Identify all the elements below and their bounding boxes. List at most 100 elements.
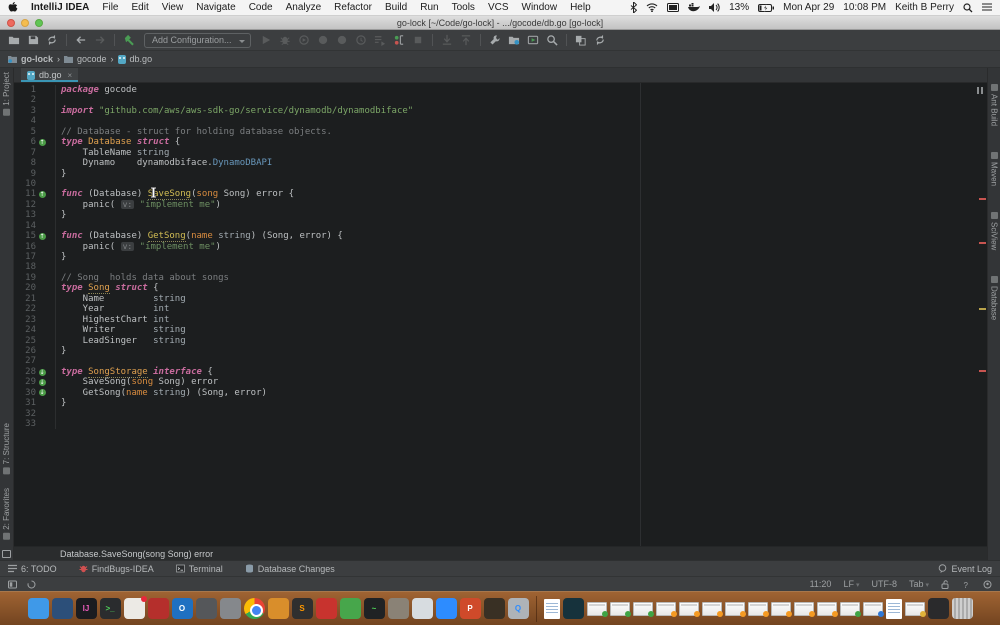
dock-minimized-window[interactable] — [656, 602, 676, 616]
wifi-icon[interactable] — [646, 3, 658, 12]
dock-minimized-window[interactable] — [610, 602, 630, 616]
run-anything-icon[interactable] — [525, 32, 541, 48]
stop-icon[interactable] — [410, 32, 426, 48]
line-number[interactable]: 32 — [14, 409, 36, 419]
error-stripe-mark[interactable] — [979, 198, 986, 200]
line-number[interactable]: 14 — [14, 221, 36, 231]
notification-center-icon[interactable] — [982, 3, 992, 12]
dock-amber-app[interactable] — [268, 598, 289, 619]
toolwindow-button-terminal[interactable]: Terminal — [176, 564, 223, 574]
line-number[interactable]: 7 — [14, 148, 36, 158]
project-structure-icon[interactable] — [506, 32, 522, 48]
line-number[interactable]: 21 — [14, 294, 36, 304]
code-line[interactable]: 6↑type Database struct { — [14, 137, 987, 147]
dock-minimized-window[interactable] — [633, 602, 653, 616]
step-into-icon[interactable] — [439, 32, 455, 48]
gutter-icon-slot[interactable] — [36, 346, 48, 356]
implements-icon[interactable]: ↑ — [39, 233, 46, 240]
line-number[interactable]: 19 — [14, 273, 36, 283]
docker-icon[interactable] — [688, 3, 700, 12]
bluetooth-icon[interactable] — [630, 2, 637, 13]
search-everywhere-icon[interactable] — [544, 32, 560, 48]
code-line[interactable]: 31} — [14, 398, 987, 408]
unlock-icon[interactable] — [941, 580, 950, 589]
menubar-date[interactable]: Mon Apr 29 — [783, 2, 834, 13]
refresh-icon[interactable] — [592, 32, 608, 48]
line-number[interactable]: 10 — [14, 179, 36, 189]
implemented-by-icon[interactable]: ↓ — [39, 369, 46, 376]
dock-wheel-app[interactable] — [196, 598, 217, 619]
fold-gutter[interactable] — [48, 367, 56, 377]
dock-evernote[interactable] — [340, 598, 361, 619]
line-number[interactable]: 18 — [14, 262, 36, 272]
apple-logo-icon[interactable] — [8, 2, 18, 13]
toolwindow-button-6-todo[interactable]: 6: TODO — [8, 564, 57, 574]
code-line[interactable]: 21 Name string — [14, 294, 987, 304]
line-number[interactable]: 6 — [14, 137, 36, 147]
menu-run[interactable]: Run — [420, 2, 438, 13]
dock-activity-monitor[interactable]: ~ — [364, 598, 385, 619]
code-line[interactable]: 7 TableName string — [14, 148, 987, 158]
code-line[interactable]: 20type Song struct { — [14, 283, 987, 293]
gutter-icon-slot[interactable] — [36, 116, 48, 126]
fold-gutter[interactable] — [48, 283, 56, 293]
code-line[interactable]: 16 panic( v: "implement me") — [14, 242, 987, 252]
gutter-icon-slot[interactable] — [36, 283, 48, 293]
fold-gutter[interactable] — [48, 377, 56, 387]
stripe-item-ant-build[interactable]: Ant Build — [990, 84, 999, 126]
line-number[interactable]: 16 — [14, 242, 36, 252]
dock-minimized-window[interactable] — [794, 602, 814, 616]
menu-code[interactable]: Code — [249, 2, 273, 13]
line-number[interactable]: 8 — [14, 158, 36, 168]
toolwindow-switcher-icon[interactable] — [8, 580, 17, 589]
fold-gutter[interactable] — [48, 252, 56, 262]
toolwindow-button-findbugs-idea[interactable]: FindBugs-IDEA — [79, 564, 154, 574]
code-line[interactable]: 1package gocode — [14, 85, 987, 95]
code-line[interactable]: 10 — [14, 179, 987, 189]
fold-gutter[interactable] — [48, 294, 56, 304]
gutter-icon-slot[interactable]: ↓ — [36, 367, 48, 377]
implements-icon[interactable]: ↑ — [39, 139, 46, 146]
open-icon[interactable] — [6, 32, 22, 48]
code-line[interactable]: 30↓ GetSong(name string) (Song, error) — [14, 388, 987, 398]
breadcrumb-gocode[interactable]: gocode — [64, 54, 107, 64]
code-line[interactable]: 11↑func (Database) SaveSong(song Song) e… — [14, 189, 987, 199]
settings-wrench-icon[interactable] — [487, 32, 503, 48]
breadcrumb-db-go[interactable]: db.go — [118, 54, 153, 64]
breadcrumb-go-lock[interactable]: go-lock — [8, 54, 53, 64]
code-line[interactable]: 24 Writer string — [14, 325, 987, 335]
step-out-icon[interactable] — [458, 32, 474, 48]
dock-finder[interactable] — [28, 598, 49, 619]
toolwindow-button-database-changes[interactable]: Database Changes — [245, 564, 335, 574]
menu-navigate[interactable]: Navigate — [196, 2, 235, 13]
code-line[interactable]: 28↓type SongStorage interface { — [14, 367, 987, 377]
menu-analyze[interactable]: Analyze — [286, 2, 322, 13]
dock-rocket-app[interactable] — [220, 598, 241, 619]
file-encoding[interactable]: UTF-8 — [871, 579, 897, 589]
volume-icon[interactable] — [709, 3, 720, 12]
line-number[interactable]: 9 — [14, 169, 36, 179]
dock-blue-dotted-app[interactable] — [52, 598, 73, 619]
gutter-icon-slot[interactable] — [36, 273, 48, 283]
fold-gutter[interactable] — [48, 273, 56, 283]
line-number[interactable]: 24 — [14, 325, 36, 335]
stripe-item-database[interactable]: Database — [990, 276, 999, 320]
spotlight-search-icon[interactable] — [963, 3, 973, 13]
dock-outlook[interactable]: O — [172, 598, 193, 619]
line-number[interactable]: 11 — [14, 189, 36, 199]
caret-position[interactable]: 11:20 — [810, 579, 832, 589]
run-coverage-icon[interactable] — [296, 32, 312, 48]
synchronize-icon[interactable] — [44, 32, 60, 48]
line-number[interactable]: 17 — [14, 252, 36, 262]
code-line[interactable]: 23 HighestChart int — [14, 315, 987, 325]
menubar-user[interactable]: Keith B Perry — [895, 2, 954, 13]
code-line[interactable]: 26} — [14, 346, 987, 356]
gutter-icon-slot[interactable] — [36, 315, 48, 325]
stripe-item-1-project[interactable]: 1: Project — [2, 72, 11, 116]
stripe-item-7-structure[interactable]: 7: Structure — [2, 423, 11, 474]
gutter-icon-slot[interactable] — [36, 294, 48, 304]
gutter-icon-slot[interactable] — [36, 169, 48, 179]
line-number[interactable]: 13 — [14, 210, 36, 220]
gutter-icon-slot[interactable]: ↓ — [36, 377, 48, 387]
error-stripe-mark[interactable] — [979, 308, 986, 310]
